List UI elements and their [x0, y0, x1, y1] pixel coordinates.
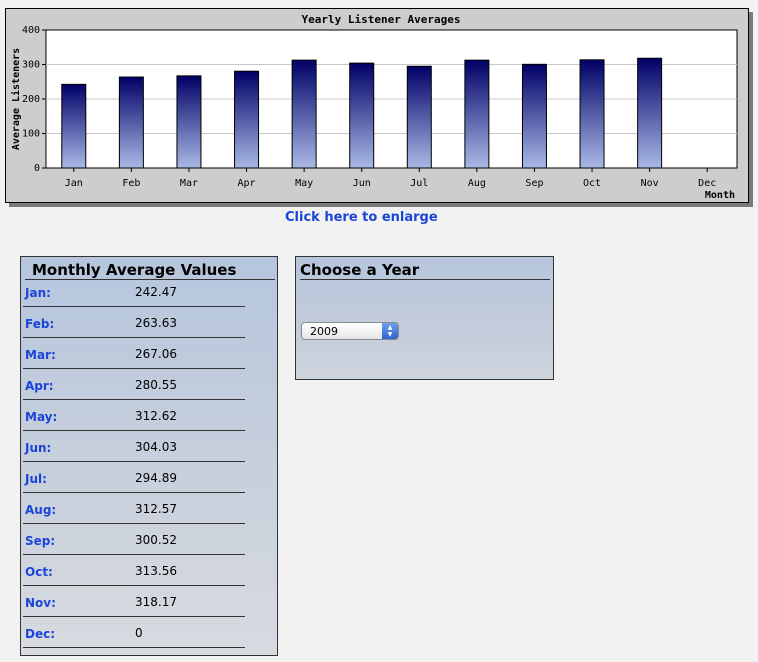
month-row: Dec: 0 [21, 624, 251, 655]
row-divider [23, 306, 245, 307]
x-tick-label: Feb [122, 178, 140, 189]
month-row: Jun: 304.03 [21, 438, 251, 469]
year-select-value: 2009 [310, 325, 338, 338]
x-tick-label: May [295, 178, 313, 189]
y-tick-label: 400 [22, 25, 40, 36]
bar-jul [406, 65, 432, 169]
month-value: 263.63 [135, 316, 177, 330]
month-value: 267.06 [135, 347, 177, 361]
month-label[interactable]: Nov: [25, 596, 56, 610]
month-label[interactable]: May: [25, 410, 57, 424]
month-row: Aug: 312.57 [21, 500, 251, 531]
month-label[interactable]: Jul: [25, 472, 47, 486]
row-divider [23, 337, 245, 338]
month-row: May: 312.62 [21, 407, 251, 438]
select-arrows-icon: ▲ ▼ [382, 323, 398, 339]
month-label[interactable]: Feb: [25, 317, 54, 331]
y-tick-label: 200 [22, 94, 40, 105]
x-tick-label: Jul [410, 178, 428, 189]
month-row: Oct: 313.56 [21, 562, 251, 593]
row-divider [23, 523, 245, 524]
monthly-averages-panel: Monthly Average Values Jan: 242.47 Feb: 263… [20, 256, 278, 656]
x-tick-label: Nov [641, 178, 659, 189]
bar-sep [521, 63, 547, 169]
month-value: 294.89 [135, 471, 177, 485]
month-value: 300.52 [135, 533, 177, 547]
x-tick-label: Oct [583, 178, 601, 189]
x-tick-label: Aug [468, 178, 486, 189]
x-tick-label: Dec [698, 178, 716, 189]
choose-year-title: Choose a Year [300, 261, 420, 279]
month-value: 280.55 [135, 378, 177, 392]
y-tick-label: 0 [34, 163, 40, 174]
month-label[interactable]: Sep: [25, 534, 55, 548]
title-divider [300, 279, 550, 280]
chart-title: Yearly Listener Averages [302, 13, 461, 26]
title-divider [25, 279, 275, 280]
monthly-averages-title: Monthly Average Values [32, 261, 237, 279]
month-label[interactable]: Apr: [25, 379, 54, 393]
year-select[interactable]: 2009 ▲ ▼ [301, 322, 399, 340]
month-label[interactable]: Jun: [25, 441, 51, 455]
listener-bar-chart: Yearly Listener Averages 0 100 200 300 400 J… [10, 13, 738, 201]
month-row: Sep: 300.52 [21, 531, 251, 562]
y-tick-label: 100 [22, 129, 40, 140]
row-divider [23, 647, 245, 648]
enlarge-chart-link[interactable]: Click here to enlarge [285, 210, 438, 225]
month-label[interactable]: Mar: [25, 348, 56, 362]
bar-jan [61, 83, 87, 169]
x-tick-label: Sep [525, 178, 543, 189]
month-row: Feb: 263.63 [21, 314, 251, 345]
y-axis-label: Average Listeners [10, 48, 22, 150]
month-value: 304.03 [135, 440, 177, 454]
y-tick-label: 300 [22, 60, 40, 71]
row-divider [23, 368, 245, 369]
month-label[interactable]: Aug: [25, 503, 56, 517]
month-label[interactable]: Jan: [25, 286, 51, 300]
month-row: Mar: 267.06 [21, 345, 251, 376]
row-divider [23, 616, 245, 617]
month-value: 318.17 [135, 595, 177, 609]
bar-apr [234, 70, 260, 169]
month-label[interactable]: Oct: [25, 565, 53, 579]
row-divider [23, 585, 245, 586]
row-divider [23, 461, 245, 462]
bar-jun [349, 62, 375, 169]
row-divider [23, 554, 245, 555]
month-value: 312.57 [135, 502, 177, 516]
month-row: Nov: 318.17 [21, 593, 251, 624]
month-value: 313.56 [135, 564, 177, 578]
x-axis-label: Month [705, 190, 735, 201]
x-tick-label: Apr [238, 178, 256, 189]
choose-year-panel: Choose a Year 2009 ▲ ▼ [295, 256, 554, 380]
chart-panel[interactable]: Yearly Listener Averages 0 100 200 300 400 J… [5, 8, 749, 203]
x-tick-label: Mar [180, 178, 198, 189]
month-row: Jan: 242.47 [21, 283, 251, 314]
bar-may [291, 59, 317, 169]
month-label[interactable]: Dec: [25, 627, 55, 641]
bar-mar [176, 75, 202, 169]
bar-oct [579, 59, 605, 169]
bar-aug [464, 59, 490, 169]
month-value: 0 [135, 626, 143, 640]
month-row: Jul: 294.89 [21, 469, 251, 500]
row-divider [23, 399, 245, 400]
row-divider [23, 430, 245, 431]
month-value: 312.62 [135, 409, 177, 423]
x-tick-label: Jan [65, 178, 83, 189]
row-divider [23, 492, 245, 493]
x-tick-label: Jun [353, 178, 371, 189]
bar-nov [637, 57, 663, 169]
month-row: Apr: 280.55 [21, 376, 251, 407]
bar-feb [118, 76, 144, 169]
month-value: 242.47 [135, 285, 177, 299]
